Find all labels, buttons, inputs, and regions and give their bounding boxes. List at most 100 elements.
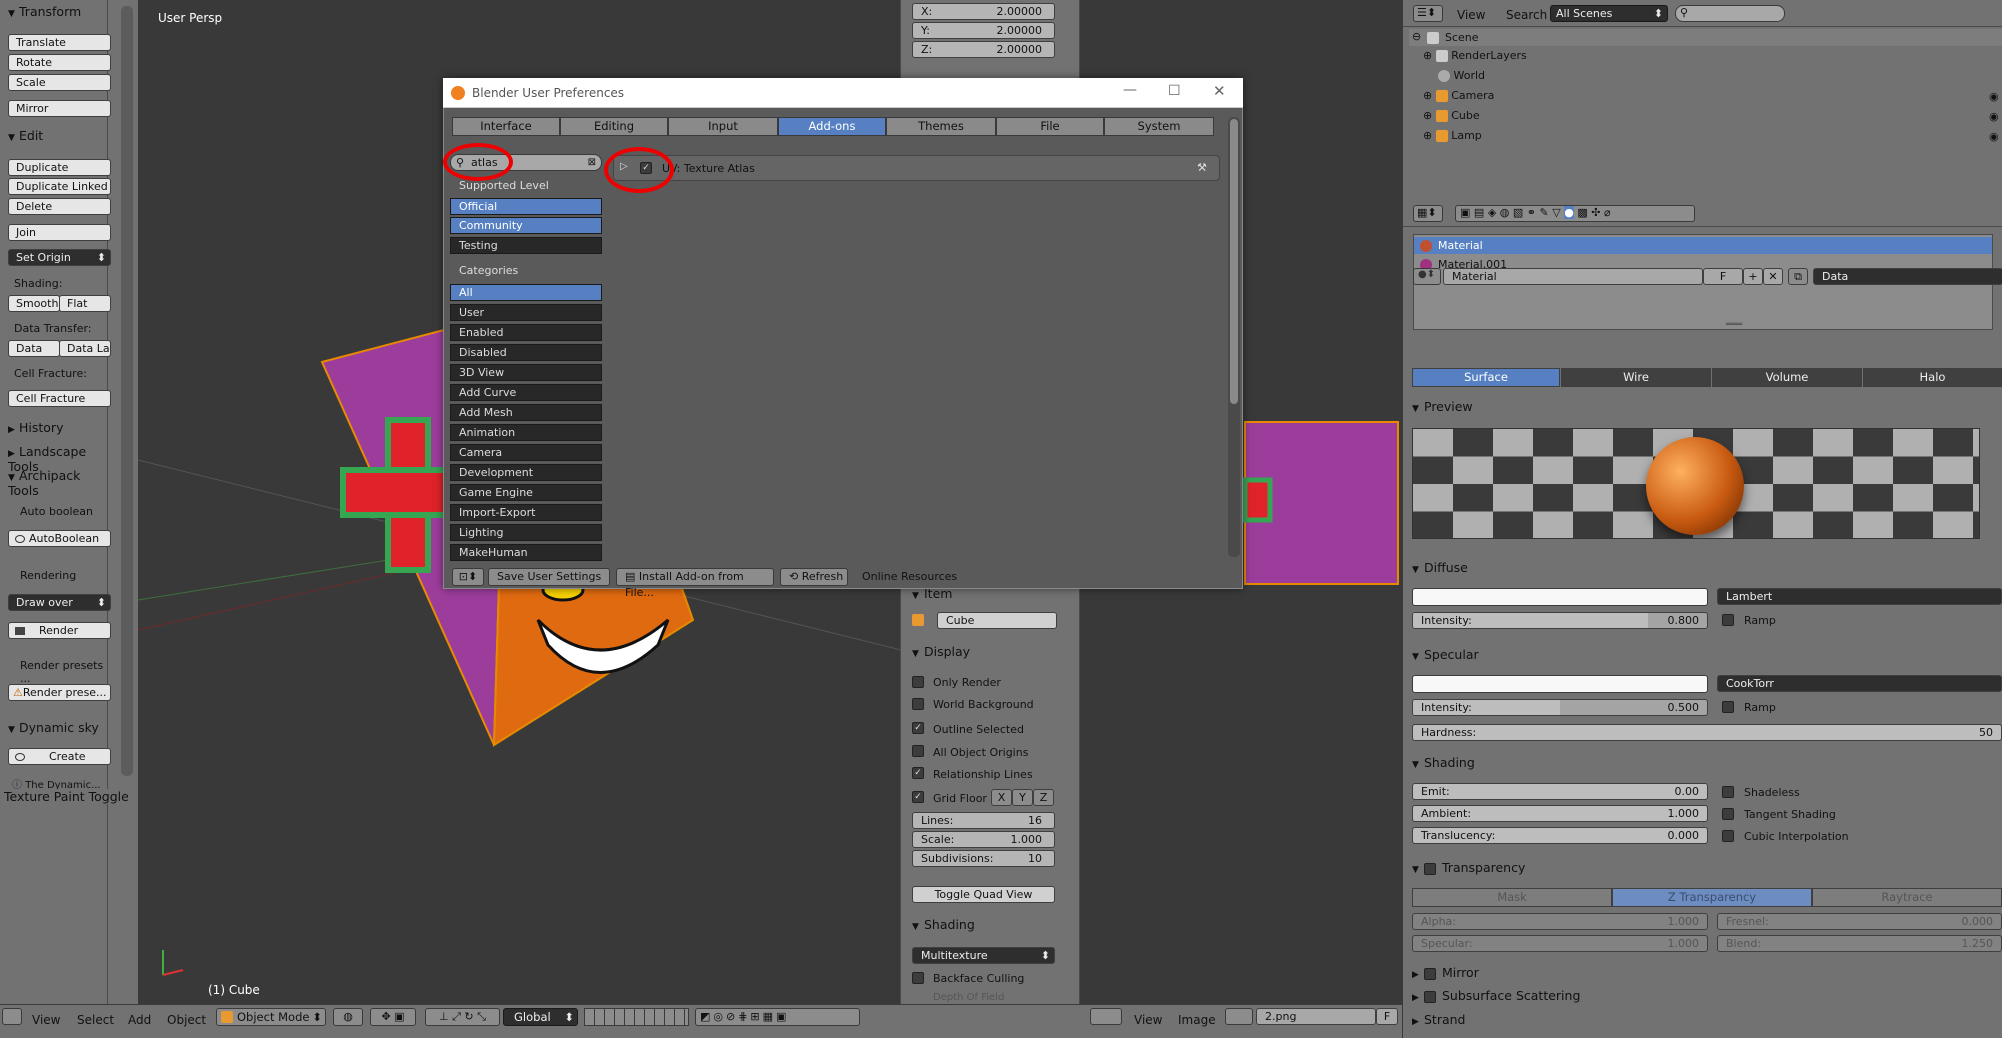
minimize-icon[interactable]: — (1123, 82, 1137, 98)
outliner-row-lamp[interactable]: ⊕ Lamp (1423, 129, 1482, 142)
tab-add-ons[interactable]: Add-ons (778, 117, 886, 136)
category-item[interactable]: Add Curve (450, 384, 602, 401)
category-item[interactable]: Animation (450, 424, 602, 441)
tab-system[interactable]: System (1104, 117, 1214, 136)
visibility-eye-icon[interactable]: ◉ (1989, 90, 1999, 103)
tab-interface[interactable]: Interface (452, 117, 560, 136)
shading-mode-icon[interactable]: ◍ (333, 1008, 363, 1026)
draw-over-dropdown[interactable]: Draw over ⬍ (8, 594, 111, 611)
image-name-field[interactable]: 2.png (1256, 1008, 1376, 1025)
hardness-slider[interactable]: Hardness: 50 (1412, 724, 2002, 741)
diffuse-shader-dropdown[interactable]: Lambert (1717, 588, 2002, 605)
editor-type-button[interactable]: ▦⬍ (1413, 205, 1443, 222)
context-tabs[interactable]: ▣ ▤ ◈ ◍ ▧ ⚭ ✎ ▽ ● ▩ ✣ ⌀ (1455, 205, 1695, 222)
toolshelf-scrollbar[interactable] (121, 6, 133, 776)
category-item[interactable]: 3D View (450, 364, 602, 381)
image-browse-icon[interactable] (1225, 1008, 1253, 1025)
link-type-icon[interactable]: ⧉ (1788, 268, 1808, 285)
outliner-row-camera[interactable]: ⊕ Camera (1423, 89, 1494, 102)
grid-subdivisions-field[interactable]: Subdivisions: 10 (912, 850, 1055, 867)
panel-dynamic-sky-header[interactable]: ▼ Dynamic sky (8, 720, 99, 735)
mirror-panel-header[interactable]: ▶ Mirror (1412, 965, 1479, 980)
category-item[interactable]: Camera (450, 444, 602, 461)
resize-grip-icon[interactable]: ═══ (1726, 320, 1742, 330)
pivot-point-icon[interactable]: ✥ ▣ (370, 1008, 416, 1026)
fake-user-button[interactable]: F (1703, 268, 1743, 285)
specular-ramp-checkbox[interactable] (1722, 701, 1734, 713)
layer-buttons[interactable] (584, 1008, 689, 1026)
backface-culling-checkbox[interactable] (912, 972, 924, 984)
scrollbar-thumb[interactable] (1230, 119, 1238, 404)
blend-slider[interactable]: Blend: 1.250 (1717, 935, 2002, 952)
diffuse-color-swatch[interactable] (1412, 588, 1708, 606)
panel-archipack-header[interactable]: ▼ Archipack Tools (8, 468, 107, 498)
viewport-shading-dropdown[interactable]: Multitexture ⬍ (912, 947, 1055, 964)
level-testing[interactable]: Testing (450, 237, 602, 254)
alpha-slider[interactable]: Alpha: 1.000 (1412, 913, 1708, 930)
preview-type-buttons[interactable] (1980, 428, 2002, 539)
shadeless-checkbox[interactable] (1722, 786, 1734, 798)
tab-editing[interactable]: Editing (560, 117, 668, 136)
outliner-search-input[interactable]: ⚲ (1675, 5, 1785, 22)
visibility-eye-icon[interactable]: ◉ (1989, 110, 1999, 123)
outliner-row-world[interactable]: World (1438, 69, 1485, 82)
material-browse-button[interactable]: ●⬍ (1413, 268, 1441, 285)
unlink-material-icon[interactable]: ✕ (1763, 268, 1783, 285)
tab-surface[interactable]: Surface (1412, 368, 1560, 387)
image-view-menu[interactable]: View (1134, 1013, 1162, 1027)
close-icon[interactable]: ✕ (1213, 82, 1226, 100)
visibility-eye-icon[interactable]: ◉ (1989, 130, 1999, 143)
scenes-dropdown[interactable]: All Scenes ⬍ (1550, 5, 1668, 22)
grid-y-toggle[interactable]: Y (1012, 789, 1033, 806)
manipulator-icons[interactable]: ⊥ ⤢ ↻ ⤡ (425, 1008, 500, 1026)
sss-checkbox[interactable] (1424, 990, 1436, 1003)
data-button[interactable]: Data (8, 340, 60, 357)
duplicate-linked-button[interactable]: Duplicate Linked (8, 178, 111, 195)
transparency-panel-header[interactable]: ▼ Transparency (1412, 860, 1525, 875)
mode-dropdown[interactable]: Object Mode ⬍ (216, 1008, 326, 1026)
duplicate-button[interactable]: Duplicate (8, 159, 111, 176)
grid-z-toggle[interactable]: Z (1033, 789, 1054, 806)
addon-list-scrollbar[interactable] (1228, 117, 1240, 557)
toggle-quad-view-button[interactable]: Toggle Quad View (912, 886, 1055, 903)
render-presets-button[interactable]: ⚠Render prese... (8, 684, 111, 701)
outliner-row-cube[interactable]: ⊕ Cube (1423, 109, 1480, 122)
transform-orientation-dropdown[interactable]: Global ⬍ (503, 1008, 578, 1026)
display-panel-header[interactable]: ▼ Display (912, 644, 970, 659)
refresh-button[interactable]: ⟲ Refresh (780, 568, 848, 586)
specular-color-swatch[interactable] (1412, 675, 1708, 693)
diffuse-intensity-slider[interactable]: Intensity: 0.800 (1412, 612, 1708, 629)
category-item[interactable]: Lighting (450, 524, 602, 541)
tab-file[interactable]: File (996, 117, 1104, 136)
select-menu[interactable]: Select (77, 1013, 114, 1027)
only-render-checkbox[interactable] (912, 676, 924, 688)
outliner-view-menu[interactable]: View (1457, 8, 1485, 22)
mirror-checkbox[interactable] (1424, 967, 1436, 980)
category-item[interactable]: Game Engine (450, 484, 602, 501)
add-material-icon[interactable]: + (1743, 268, 1763, 285)
preview-panel-header[interactable]: ▼ Preview (1412, 399, 1473, 414)
editor-type-button[interactable] (2, 1008, 22, 1025)
material-name-field[interactable]: Material (1443, 268, 1703, 285)
object-menu[interactable]: Object (167, 1013, 206, 1027)
category-item[interactable]: All (450, 284, 602, 301)
diffuse-panel-header[interactable]: ▼ Diffuse (1412, 560, 1468, 575)
category-item[interactable]: Add Mesh (450, 404, 602, 421)
flat-button[interactable]: Flat (59, 295, 111, 312)
grid-floor-checkbox[interactable]: ✓ (912, 791, 924, 803)
fresnel-slider[interactable]: Fresnel: 0.000 (1717, 913, 2002, 930)
ambient-slider[interactable]: Ambient: 1.000 (1412, 805, 1708, 822)
translucency-slider[interactable]: Translucency: 0.000 (1412, 827, 1708, 844)
tab-z-transparency[interactable]: Z Transparency (1612, 888, 1812, 907)
outliner-row-scene[interactable]: ⊖ Scene (1409, 29, 2002, 46)
shading-panel-header[interactable]: ▼ Shading (912, 917, 975, 932)
online-resources-link[interactable]: Online Resources (862, 570, 957, 583)
smooth-button[interactable]: Smooth (8, 295, 60, 312)
link-dropdown[interactable]: Data (1813, 268, 2002, 285)
tab-input[interactable]: Input (668, 117, 778, 136)
trans-specular-slider[interactable]: Specular: 1.000 (1412, 935, 1708, 952)
all-object-origins-checkbox[interactable] (912, 745, 924, 757)
tab-raytrace[interactable]: Raytrace (1812, 888, 2002, 907)
category-item[interactable]: Enabled (450, 324, 602, 341)
cell-fracture-button[interactable]: Cell Fracture (8, 390, 111, 407)
